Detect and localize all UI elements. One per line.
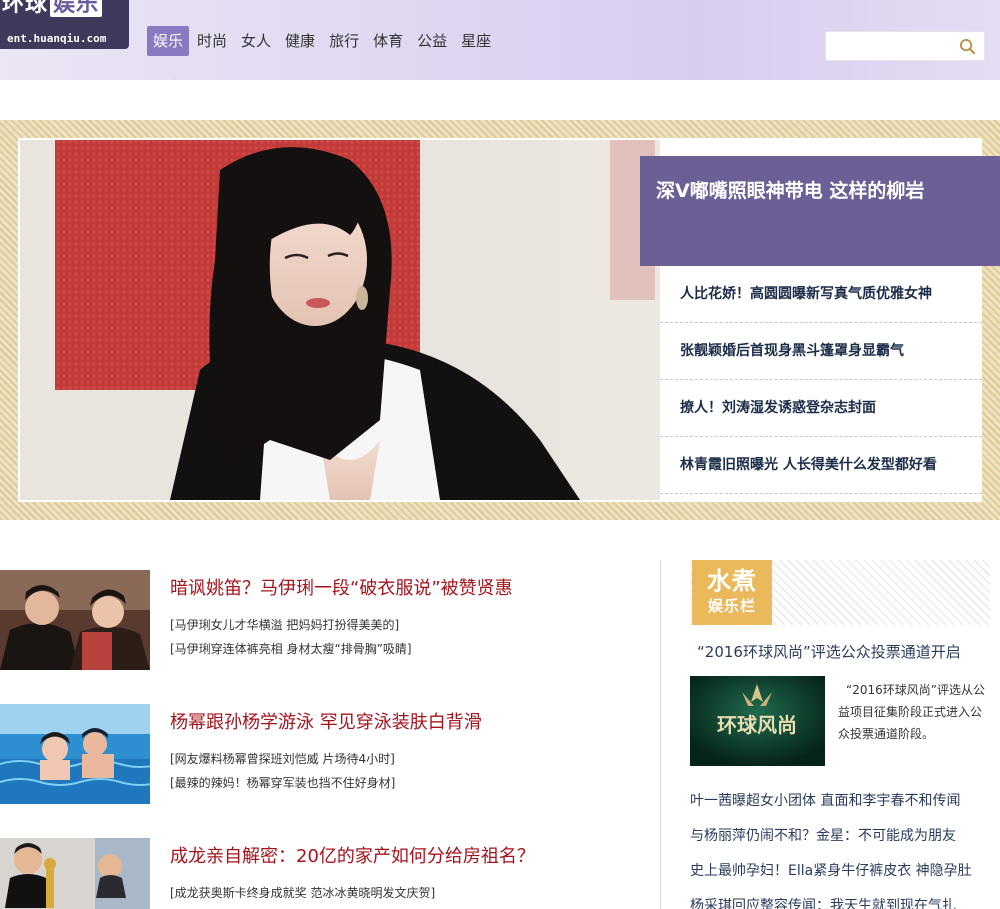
news-sublink[interactable]: [网友爆料杨幂曾探班刘恺威 片场待4小时] (170, 750, 395, 767)
news-sublink[interactable]: [马伊琍女儿才华横溢 把妈妈打扮得美美的] (170, 616, 399, 633)
nav-item-gongyi[interactable]: 公益 (411, 26, 453, 56)
feature-image-text: 环球风尚 (717, 713, 797, 737)
nav-item-yule[interactable]: 娱乐 (147, 26, 190, 86)
column-badge[interactable]: 水煮 娱乐栏 (692, 560, 772, 625)
column-badge-line1: 水煮 (707, 567, 757, 595)
news-thumbnail[interactable] (0, 838, 150, 909)
news-sublink[interactable]: [马伊琍穿连体裤亮相 身材太瘦“排骨胸”吸睛] (170, 640, 412, 657)
news-item: 成龙亲自解密：20亿的家产如何分给房祖名？ [成龙获奥斯卡终身成就奖 范冰冰黄晓… (0, 838, 640, 909)
news-thumbnail-image (0, 570, 150, 670)
news-item: 暗讽姚笛？马伊琍一段“破衣服说”被赞贤惠 [马伊琍女儿才华横溢 把妈妈打扮得美美… (0, 570, 640, 680)
news-sublink[interactable]: [最辣的辣妈！杨幂穿军装也挡不住好身材] (170, 774, 395, 791)
banner-side-list: 人比花娇！高圆圆曝新写真气质优雅女神 张靓颖婚后首现身黑斗篷罩身显霸气 撩人！刘… (660, 266, 982, 494)
news-item: 杨幂跟孙杨学游泳 罕见穿泳装肤白背滑 [网友爆料杨幂曾探班刘恺威 片场待4小时]… (0, 704, 640, 814)
nav-item-shishang[interactable]: 时尚 (191, 26, 233, 56)
banner-side-item[interactable]: 人比花娇！高圆圆曝新写真气质优雅女神 (660, 266, 982, 323)
column-header: 水煮 娱乐栏 (690, 560, 990, 625)
search-box (825, 31, 985, 61)
search-icon[interactable] (959, 38, 976, 55)
news-thumbnail[interactable] (0, 704, 150, 804)
column-link-list: 叶一茜曝超女小团体 直面和李宇春不和传闻 与杨丽萍仍闹不和？金星：不可能成为朋友… (690, 786, 990, 909)
column-link[interactable]: 叶一茜曝超女小团体 直面和李宇春不和传闻 (690, 786, 990, 821)
hero-headline[interactable]: 深V嘟嘴照眼神带电 这样的柳岩 (640, 156, 1000, 266)
news-title[interactable]: 杨幂跟孙杨学游泳 罕见穿泳装肤白背滑 (170, 708, 482, 734)
nav-item-lvxing[interactable]: 旅行 (323, 26, 365, 56)
column-link[interactable]: 史上最帅孕妇！Ella紧身牛仔裤皮衣 神隐孕肚 (690, 856, 990, 891)
news-sublink[interactable]: [成龙获奥斯卡终身成就奖 范冰冰黄晓明发文庆贺] (170, 884, 435, 901)
hero-photo[interactable] (20, 140, 660, 500)
news-thumbnail-image (0, 838, 150, 909)
nav-item-jiankang[interactable]: 健康 (279, 26, 321, 56)
search-input[interactable] (826, 32, 951, 60)
news-title[interactable]: 成龙亲自解密：20亿的家产如何分给房祖名？ (170, 842, 535, 868)
site-header: 环球 娱乐 ent.huanqiu.com 娱乐 时尚 女人 健康 旅行 体育 公… (0, 0, 1000, 86)
site-logo[interactable]: 环球 娱乐 ent.huanqiu.com (0, 0, 129, 49)
main-nav: 娱乐 时尚 女人 健康 旅行 体育 公益 星座 (147, 26, 499, 86)
logo-tag: 娱乐 (50, 0, 103, 17)
logo-url: ent.huanqiu.com (7, 32, 107, 45)
banner-side-item[interactable]: 撩人！刘涛湿发诱惑登杂志封面 (660, 380, 982, 437)
nav-item-nvren[interactable]: 女人 (235, 26, 277, 56)
news-thumbnail[interactable] (0, 570, 150, 670)
banner-side-item[interactable]: 林青霞旧照曝光 人长得美什么发型都好看 (660, 437, 982, 494)
column-link[interactable]: 杨采琪回应整容传闻：我天生就到现在气扎 (690, 891, 990, 909)
column-feature-title[interactable]: “2016环球风尚”评选公众投票通道开启 (697, 641, 961, 662)
column-link[interactable]: 与杨丽萍仍闹不和？金星：不可能成为朋友 (690, 821, 990, 856)
nav-item-xingzuo[interactable]: 星座 (455, 26, 497, 56)
column-feature-description: “2016环球风尚”评选从公益项目征集阶段正式进入公众投票通道阶段。 (838, 683, 985, 741)
news-thumbnail-image (0, 704, 150, 804)
nav-item-tiyu[interactable]: 体育 (367, 26, 409, 56)
news-title[interactable]: 暗讽姚笛？马伊琍一段“破衣服说”被赞贤惠 (170, 574, 513, 600)
column-feature-image[interactable]: 环球风尚 (690, 676, 825, 766)
logo-main-text: 环球 (2, 0, 49, 17)
banner-side-item[interactable]: 张靓颖婚后首现身黑斗篷罩身显霸气 (660, 323, 982, 380)
feature-image-graphic: 环球风尚 (690, 676, 825, 766)
hero-photo-illustration (20, 140, 660, 500)
column-badge-line2: 娱乐栏 (707, 597, 756, 615)
column-divider (660, 560, 661, 909)
